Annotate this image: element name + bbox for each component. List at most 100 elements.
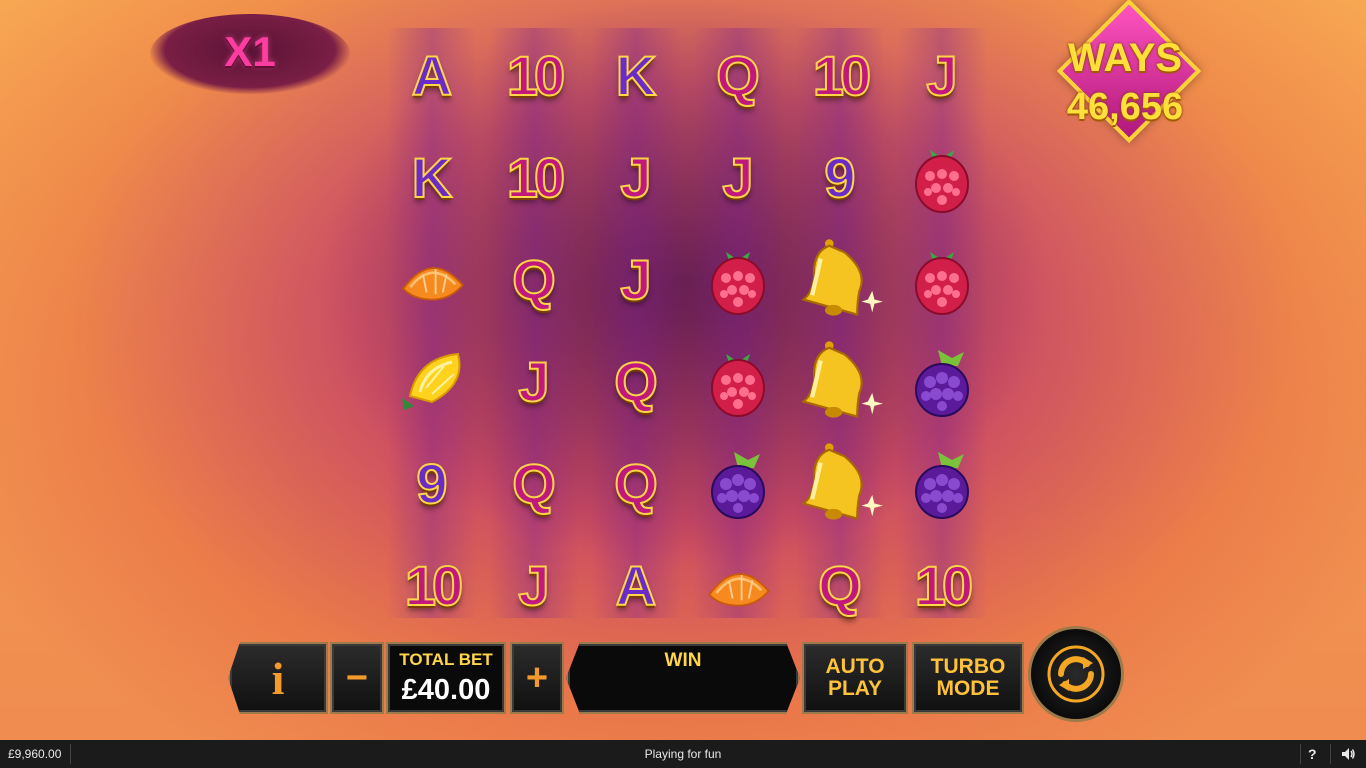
reel-symbol (384, 334, 480, 430)
symbol-j: J (619, 248, 652, 311)
reel-symbol (894, 130, 990, 226)
reel-symbol: A (384, 28, 480, 124)
reel-symbol: J (690, 130, 786, 226)
info-button[interactable]: i (228, 642, 328, 714)
symbol-9: 9 (823, 146, 856, 209)
reel-symbol: J (588, 232, 684, 328)
total-bet-value: £40.00 (401, 673, 491, 706)
raspberry-icon (902, 238, 982, 323)
symbol-10: 10 (812, 44, 872, 107)
win-label: WIN (664, 650, 702, 671)
symbol-q: Q (613, 452, 659, 515)
turbo-label-2: MODE (936, 677, 1000, 700)
reel-symbol: Q (486, 436, 582, 532)
blackberry-icon (698, 442, 778, 527)
turbo-label-1: TURBO (930, 655, 1006, 678)
symbol-10: 10 (506, 44, 566, 107)
reel-symbol: 9 (384, 436, 480, 532)
symbol-10: 10 (404, 554, 464, 617)
reel-symbol (792, 436, 888, 532)
divider (1300, 744, 1301, 764)
turbo-mode-button[interactable]: TURBO MODE (912, 642, 1024, 714)
orange-slice-icon (396, 242, 468, 319)
ways-badge: WAYS 46,656 (1040, 0, 1210, 152)
symbol-k: K (411, 146, 453, 209)
reel-symbol: J (486, 538, 582, 634)
reel-symbol (690, 436, 786, 532)
reel-symbol: Q (486, 232, 582, 328)
reel-symbol: K (588, 28, 684, 124)
orange-slice-icon (702, 548, 774, 625)
reel-symbol: Q (588, 436, 684, 532)
info-icon: i (271, 652, 285, 704)
reel-symbol: Q (792, 538, 888, 634)
lemon-icon (392, 340, 472, 425)
spin-button[interactable] (1028, 626, 1124, 722)
auto-play-button[interactable]: AUTO PLAY (802, 642, 908, 714)
symbol-a: A (615, 554, 657, 617)
multiplier-badge: X1 (150, 14, 350, 94)
reel-symbol: Q (690, 28, 786, 124)
symbol-j: J (721, 146, 754, 209)
raspberry-icon (902, 136, 982, 221)
reel-symbol (792, 232, 888, 328)
status-bar: £9,960.00 Playing for fun ? (0, 740, 1366, 768)
symbol-q: Q (511, 248, 557, 311)
reel-symbol: Q (588, 334, 684, 430)
blackberry-icon (902, 442, 982, 527)
reel-symbol (690, 232, 786, 328)
ways-label: WAYS (1067, 36, 1183, 80)
bell-icon (797, 439, 883, 530)
reel-symbol (384, 232, 480, 328)
blackberry-icon (902, 340, 982, 425)
decrease-bet-button[interactable]: − (330, 642, 384, 714)
sound-button[interactable] (1340, 746, 1356, 765)
bell-icon (797, 337, 883, 428)
reel-symbol: A (588, 538, 684, 634)
symbol-k: K (615, 44, 657, 107)
reel-grid: A K 9 10 10 10 Q J Q J K J J Q Q A Q J 10 9 Q J 10 (384, 28, 987, 628)
reel-symbol: 10 (384, 538, 480, 634)
ways-value: 46,656 (1066, 86, 1184, 128)
spin-arrows-icon (1047, 645, 1105, 703)
reel-symbol (792, 334, 888, 430)
reel-symbol (690, 538, 786, 634)
reel-symbol (690, 334, 786, 430)
symbol-j: J (619, 146, 652, 209)
reel-symbol: 10 (486, 28, 582, 124)
symbol-q: Q (613, 350, 659, 413)
symbol-9: 9 (415, 452, 448, 515)
multiplier-value: X1 (224, 28, 276, 75)
symbol-q: Q (715, 44, 761, 107)
total-bet-display: TOTAL BET £40.00 (386, 642, 506, 714)
auto-play-label-2: PLAY (827, 677, 883, 700)
symbol-10: 10 (914, 554, 974, 617)
symbol-q: Q (511, 452, 557, 515)
bell-icon (797, 235, 883, 326)
symbol-10: 10 (506, 146, 566, 209)
symbol-j: J (517, 350, 550, 413)
win-display: WIN (566, 642, 800, 714)
speaker-icon (1342, 748, 1355, 760)
raspberry-icon (698, 238, 778, 323)
reel-symbol: J (588, 130, 684, 226)
control-bar: i − TOTAL BET £40.00 + WIN AUTO PLAY TURB… (224, 626, 1124, 736)
reel-symbol: K (384, 130, 480, 226)
reel-symbol (894, 334, 990, 430)
reel-symbol: 10 (894, 538, 990, 634)
raspberry-icon (698, 340, 778, 425)
increase-bet-button[interactable]: + (510, 642, 564, 714)
auto-play-label-1: AUTO (825, 655, 885, 678)
plus-icon: + (525, 656, 549, 699)
symbol-a: A (411, 44, 453, 107)
total-bet-label: TOTAL BET (399, 649, 493, 669)
minus-icon: − (345, 656, 369, 699)
help-button[interactable]: ? (1308, 746, 1317, 762)
reel-symbol (894, 232, 990, 328)
reel-symbol: 10 (792, 28, 888, 124)
reel-symbol: J (486, 334, 582, 430)
reel-symbol: J (894, 28, 990, 124)
symbol-j: J (517, 554, 550, 617)
play-mode-text: Playing for fun (644, 747, 722, 761)
reel-symbol (894, 436, 990, 532)
